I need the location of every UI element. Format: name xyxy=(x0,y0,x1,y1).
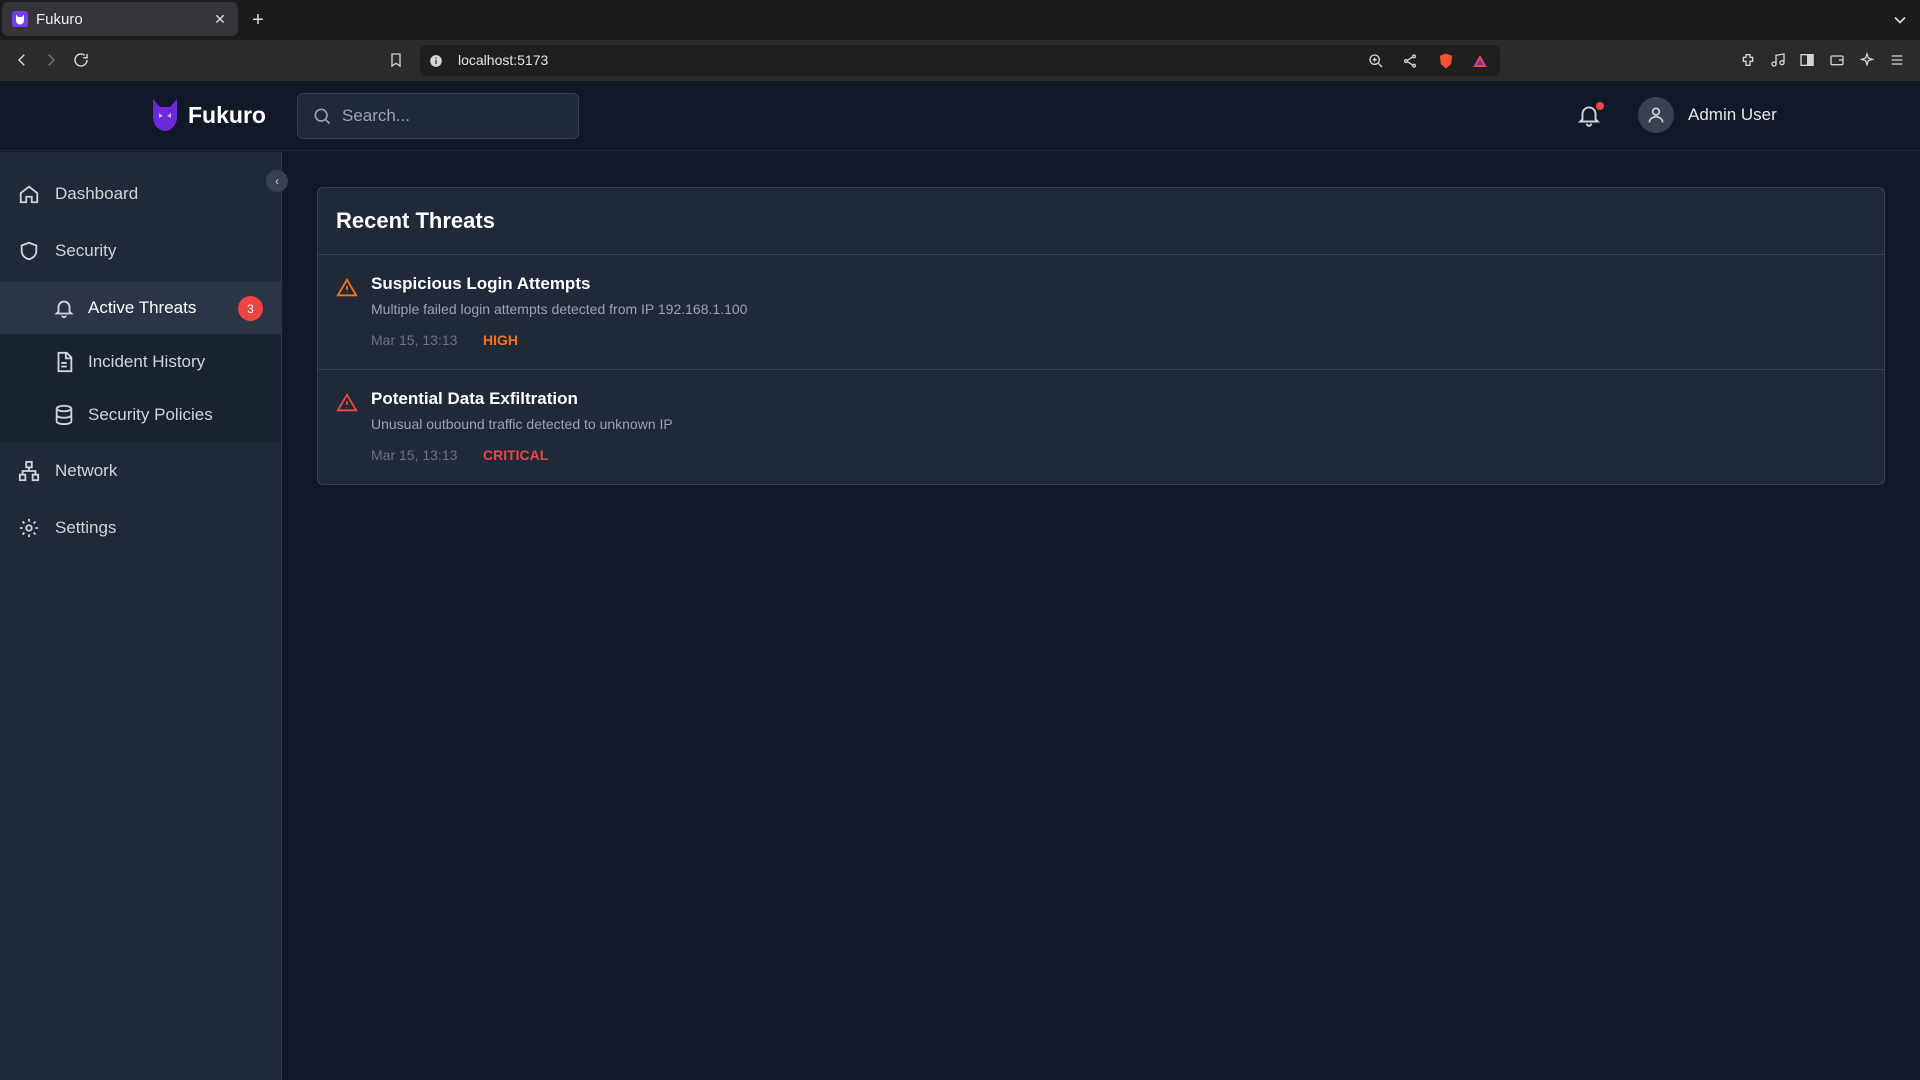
card-title: Recent Threats xyxy=(336,208,495,233)
brand[interactable]: Fukuro xyxy=(150,97,266,133)
music-icon[interactable] xyxy=(1768,50,1788,70)
sidebar-item-label: Security xyxy=(55,241,117,260)
threat-title: Potential Data Exfiltration xyxy=(371,389,578,408)
share-icon[interactable] xyxy=(1400,51,1420,71)
tab-close-icon[interactable]: ✕ xyxy=(212,11,228,27)
reload-icon[interactable] xyxy=(71,50,91,70)
document-icon xyxy=(57,351,73,373)
threat-description: Unusual outbound traffic detected to unk… xyxy=(371,416,673,432)
app-header: Fukuro Admin User xyxy=(0,81,1920,151)
bell-icon xyxy=(54,300,74,319)
fukuro-logo-icon xyxy=(153,99,177,131)
browser-tabbar: Fukuro ✕ + xyxy=(0,0,1920,40)
shield-icon xyxy=(20,241,38,261)
back-icon[interactable] xyxy=(12,50,32,70)
search-box[interactable] xyxy=(297,93,579,139)
browser-toolbar: localhost:5173 xyxy=(0,40,1920,81)
security-submenu: Active Threats 3 Incident History Securi… xyxy=(0,282,281,442)
recent-threats-card: Recent Threats Suspicious Login Attempts… xyxy=(317,187,1885,485)
leo-ai-icon[interactable] xyxy=(1857,50,1877,70)
threat-item[interactable]: Suspicious Login Attempts Multiple faile… xyxy=(318,255,1884,370)
sidebar-item-label: Network xyxy=(55,461,118,480)
threat-title: Suspicious Login Attempts xyxy=(371,274,591,293)
tab-list-chevron-icon[interactable] xyxy=(1890,10,1910,30)
threat-timestamp: Mar 15, 13:13 xyxy=(371,447,458,463)
sidebar-item-settings[interactable]: Settings xyxy=(0,500,281,556)
severity-label: CRITICAL xyxy=(483,447,549,463)
sidebar-item-label: Settings xyxy=(55,518,117,537)
sidebar-item-incident-history[interactable]: Incident History xyxy=(0,336,281,388)
warning-triangle-icon xyxy=(336,392,358,412)
card-header: Recent Threats xyxy=(318,188,1884,255)
tab-title: Fukuro xyxy=(36,10,83,28)
threat-description: Multiple failed login attempts detected … xyxy=(371,301,748,317)
forward-icon[interactable] xyxy=(41,50,61,70)
network-icon xyxy=(18,460,40,482)
user-icon xyxy=(1648,107,1664,123)
search-icon xyxy=(312,106,332,126)
avatar xyxy=(1638,97,1674,133)
database-icon xyxy=(55,404,73,426)
wallet-icon[interactable] xyxy=(1827,50,1847,70)
sidebar-item-label: Security Policies xyxy=(88,405,213,424)
sidebar-item-network[interactable]: Network xyxy=(0,443,281,499)
notifications-button[interactable] xyxy=(1576,102,1604,130)
brave-rewards-icon[interactable] xyxy=(1470,51,1490,71)
new-tab-icon[interactable]: + xyxy=(248,10,268,30)
brand-name: Fukuro xyxy=(188,101,266,128)
sidebar-item-security[interactable]: Security xyxy=(0,223,281,279)
site-info-icon[interactable] xyxy=(426,51,446,71)
sidebar-item-security-policies[interactable]: Security Policies xyxy=(0,389,281,441)
sidebar-item-active-threats[interactable]: Active Threats 3 xyxy=(0,282,281,334)
severity-label: HIGH xyxy=(483,332,518,348)
gear-icon xyxy=(19,518,39,538)
sidebar-item-label: Dashboard xyxy=(55,184,139,203)
threat-count-badge: 3 xyxy=(238,296,263,321)
sidebar-item-label: Incident History xyxy=(88,352,206,371)
user-name: Admin User xyxy=(1688,105,1777,124)
extensions-icon[interactable] xyxy=(1738,50,1758,70)
url-text: localhost:5173 xyxy=(458,52,549,68)
threat-timestamp: Mar 15, 13:13 xyxy=(371,332,458,348)
browser-tab[interactable]: Fukuro ✕ xyxy=(2,2,238,36)
sidebar-item-dashboard[interactable]: Dashboard xyxy=(0,166,281,222)
address-bar[interactable]: localhost:5173 xyxy=(420,45,1500,76)
fukuro-favicon-icon xyxy=(12,11,28,27)
search-input[interactable] xyxy=(342,106,562,126)
warning-triangle-icon xyxy=(336,277,358,297)
notification-dot xyxy=(1596,102,1604,110)
user-menu[interactable]: Admin User xyxy=(1638,97,1777,133)
bookmark-icon[interactable] xyxy=(386,50,406,70)
threat-item[interactable]: Potential Data Exfiltration Unusual outb… xyxy=(318,370,1884,485)
home-icon xyxy=(19,185,39,204)
menu-icon[interactable] xyxy=(1887,50,1907,70)
zoom-icon[interactable] xyxy=(1366,51,1386,71)
sidebar: ‹ Dashboard Security Active Threats 3 In… xyxy=(0,152,288,1080)
sidebar-toggle-icon[interactable] xyxy=(1797,50,1817,70)
sidebar-item-label: Active Threats xyxy=(88,298,197,317)
brave-shield-icon[interactable] xyxy=(1436,51,1456,71)
